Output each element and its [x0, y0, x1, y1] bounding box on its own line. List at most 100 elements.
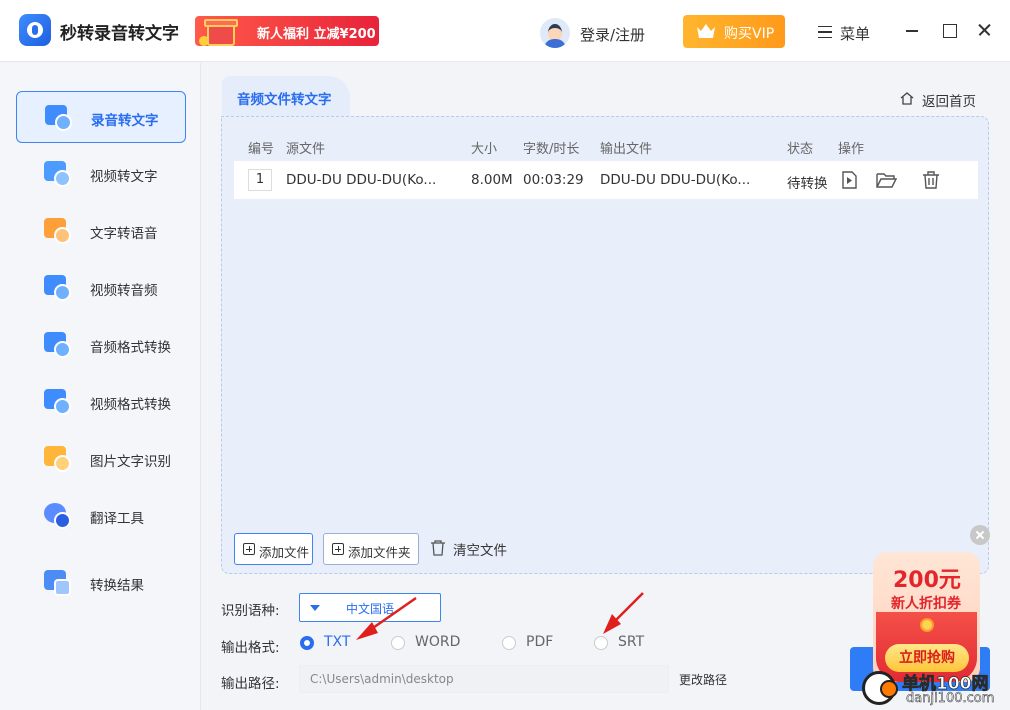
back-home-label: 返回首页 [922, 94, 976, 110]
coupon-subtitle: 新人折扣券 [891, 596, 961, 612]
close-promo-icon[interactable] [970, 525, 990, 545]
add-file-button[interactable]: 添加文件 [234, 533, 313, 565]
sidebar-item-video-format[interactable]: 视频格式转换 [16, 376, 186, 428]
sidebar-item-label: 转换结果 [90, 578, 144, 594]
header-output: 输出文件 [600, 142, 653, 157]
promo-text: 新人福利 立减¥200 [257, 27, 376, 42]
watermark: 单机100网 danji100.com [862, 669, 1010, 710]
format-radio-pdf[interactable]: PDF [502, 634, 553, 650]
change-path-link[interactable]: 更改路径 [679, 671, 727, 688]
radio-icon [502, 636, 516, 650]
login-register-link[interactable]: 登录/注册 [580, 24, 645, 45]
app-logo-icon [19, 14, 51, 46]
format-radio-txt[interactable]: TXT [300, 634, 350, 650]
title-bar: 秒转录音转文字 新人福利 立减¥200 登录/注册 购买VIP 菜单 [0, 0, 1010, 62]
sidebar-item-label: 翻译工具 [90, 511, 144, 527]
buy-vip-label: 购买VIP [724, 26, 775, 42]
app-title: 秒转录音转文字 [60, 24, 179, 44]
folder-icon[interactable] [876, 171, 897, 189]
format-label: 输出格式: [221, 640, 280, 656]
tab-audio-to-text[interactable]: 音频文件转文字 [222, 76, 350, 116]
sidebar-item-translate[interactable]: 翻译工具 [16, 490, 186, 542]
sidebar-item-label: 视频转文字 [90, 169, 158, 185]
avatar[interactable] [540, 18, 570, 48]
radio-icon [391, 636, 405, 650]
sidebar-item-label: 音频格式转换 [90, 340, 171, 356]
home-icon [900, 92, 914, 105]
sidebar-item-label: 视频格式转换 [90, 397, 171, 413]
row-source-file: DDU-DU DDU-DU(Ko... [286, 172, 437, 188]
sidebar-item-label: 录音转文字 [91, 113, 159, 129]
audio-to-text-icon [45, 105, 73, 131]
clear-files-label: 清空文件 [453, 543, 507, 559]
menu-label: 菜单 [840, 25, 871, 43]
image-ocr-icon [44, 446, 72, 472]
menu-button[interactable]: 菜单 [818, 23, 870, 44]
sidebar-item-audio-format[interactable]: 音频格式转换 [16, 319, 186, 371]
header-status: 状态 [787, 142, 814, 157]
sidebar: 录音转文字 视频转文字 文字转语音 视频转音频 音频格式转换 视频格式转换 图片… [0, 63, 201, 710]
header-duration: 字数/时长 [523, 142, 580, 157]
clear-trash-icon [431, 540, 445, 556]
sidebar-item-label: 文字转语音 [90, 226, 158, 242]
add-folder-button[interactable]: 添加文件夹 [323, 533, 419, 565]
coupon-seal-icon [920, 618, 934, 632]
table-header: 编号 源文件 大小 字数/时长 输出文件 状态 操作 [234, 131, 978, 159]
translate-icon [44, 503, 72, 529]
language-select[interactable]: 中文国语 [299, 593, 441, 622]
language-label: 识别语种: [221, 603, 280, 619]
format-txt-label: TXT [324, 634, 351, 650]
hamburger-icon [818, 26, 832, 38]
grab-now-button[interactable]: 立即抢购 [885, 644, 969, 672]
text-to-speech-icon [44, 218, 72, 244]
coupon-popup[interactable]: 200元 新人折扣券 立即抢购 [873, 552, 980, 682]
header-actions: 操作 [838, 142, 865, 157]
back-home-link[interactable]: 返回首页 [900, 90, 976, 110]
format-word-label: WORD [415, 634, 461, 650]
header-size: 大小 [471, 142, 498, 157]
format-radio-srt[interactable]: SRT [594, 634, 644, 650]
add-folder-label: 添加文件夹 [348, 545, 411, 560]
video-format-icon [44, 389, 72, 415]
sidebar-item-video-to-audio[interactable]: 视频转音频 [16, 262, 186, 314]
sidebar-item-audio-to-text[interactable]: 录音转文字 [16, 91, 186, 143]
sidebar-item-label: 图片文字识别 [90, 454, 171, 470]
close-window-button[interactable] [976, 22, 992, 38]
path-label: 输出路径: [221, 676, 280, 692]
promo-banner[interactable]: 新人福利 立减¥200 [195, 16, 379, 46]
buy-vip-button[interactable]: 购买VIP [683, 15, 785, 48]
radio-icon [594, 636, 608, 650]
result-icon [44, 570, 72, 596]
gift-icon [199, 10, 243, 50]
format-srt-label: SRT [618, 634, 645, 650]
file-list-area[interactable]: 编号 源文件 大小 字数/时长 输出文件 状态 操作 1 DDU-DU DDU-… [221, 116, 989, 574]
coupon-amount: 200元 [893, 568, 961, 593]
row-size: 8.00M [471, 172, 513, 188]
sidebar-item-image-ocr[interactable]: 图片文字识别 [16, 433, 186, 485]
trash-icon[interactable] [922, 171, 940, 189]
sidebar-item-video-to-text[interactable]: 视频转文字 [16, 148, 186, 200]
table-row[interactable]: 1 DDU-DU DDU-DU(Ko... 8.00M 00:03:29 DDU… [234, 161, 978, 199]
sidebar-item-label: 视频转音频 [90, 283, 158, 299]
add-folder-icon [332, 543, 344, 555]
format-pdf-label: PDF [526, 634, 554, 650]
add-file-label: 添加文件 [259, 545, 310, 560]
sidebar-item-result[interactable]: 转换结果 [16, 557, 186, 609]
dropdown-triangle-icon [310, 605, 320, 611]
language-value: 中文国语 [346, 602, 395, 616]
tab-label: 音频文件转文字 [237, 92, 332, 108]
sidebar-item-text-to-speech[interactable]: 文字转语音 [16, 205, 186, 257]
format-radio-word[interactable]: WORD [391, 634, 460, 650]
maximize-button[interactable] [941, 22, 957, 38]
video-to-audio-icon [44, 275, 72, 301]
watermark-logo-icon [862, 671, 898, 705]
output-path-field[interactable] [299, 665, 669, 693]
crown-icon [697, 24, 715, 38]
minimize-button[interactable] [904, 22, 920, 38]
row-duration: 00:03:29 [523, 172, 584, 188]
row-status: 待转换 [787, 176, 828, 192]
play-icon[interactable] [840, 171, 858, 189]
header-number: 编号 [248, 142, 275, 157]
audio-format-icon [44, 332, 72, 358]
watermark-url: danji100.com [906, 691, 995, 707]
